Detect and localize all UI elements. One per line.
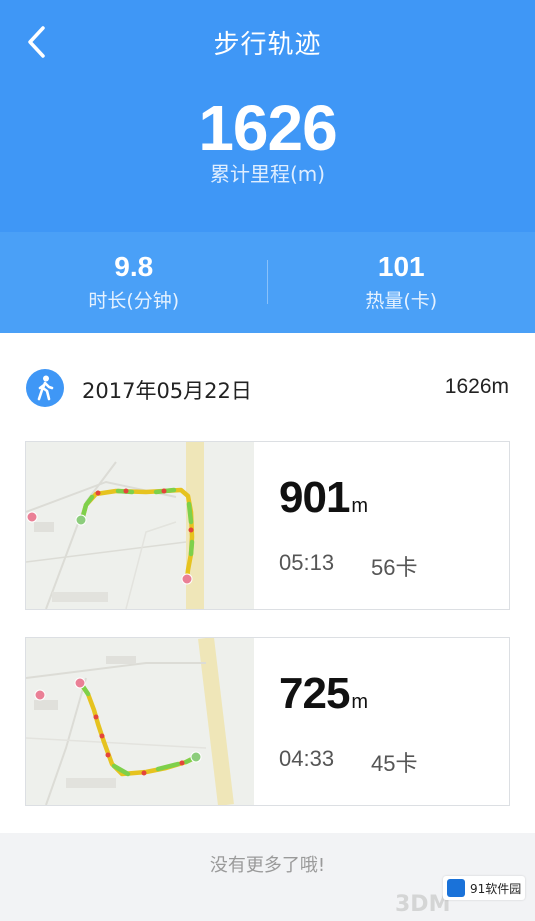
walk-record-card[interactable]: 725 m 04:33 45卡	[25, 637, 510, 806]
stat-calories-value: 101	[377, 250, 425, 282]
record-distance-unit: m	[351, 691, 369, 713]
stat-duration-label: 时长(分钟)	[88, 290, 180, 313]
route-map	[26, 442, 254, 609]
total-distance-value: 1626	[198, 92, 337, 164]
watermark-site: 91软件园	[470, 881, 522, 896]
stats-divider	[267, 260, 268, 304]
record-distance: 725 m	[279, 672, 368, 716]
record-distance-value: 901	[279, 473, 350, 522]
stat-duration: 9.8 时长(分钟)	[0, 232, 268, 333]
day-distance: 1626m	[444, 375, 509, 398]
record-calories: 56卡	[371, 555, 418, 580]
record-distance-value: 725	[279, 669, 350, 718]
day-section: 2017年05月22日 1626m 901 m 05:13 56卡 725 m …	[0, 333, 535, 833]
day-date: 2017年05月22日	[82, 379, 252, 403]
watermark-logo: 91软件园	[443, 876, 525, 900]
stat-duration-value: 9.8	[114, 250, 154, 282]
page-title: 步行轨迹	[213, 30, 322, 60]
walk-record-card[interactable]: 901 m 05:13 56卡	[25, 441, 510, 610]
record-duration: 04:33	[279, 746, 335, 771]
stat-calories: 101 热量(卡)	[268, 232, 535, 333]
header-panel: 步行轨迹 1626 累计里程(m) 9.8 时长(分钟) 101 热量(卡)	[0, 0, 535, 333]
walking-person-icon	[26, 369, 64, 407]
record-distance-unit: m	[351, 495, 369, 517]
day-header: 2017年05月22日 1626m	[0, 367, 535, 409]
record-duration: 05:13	[279, 550, 335, 575]
record-calories: 45卡	[371, 751, 418, 776]
logo-icon	[447, 879, 465, 897]
total-distance-label: 累计里程(m)	[209, 162, 326, 186]
record-distance: 901 m	[279, 476, 368, 520]
stat-calories-label: 热量(卡)	[365, 290, 438, 313]
no-more-text: 没有更多了哦!	[209, 855, 326, 876]
route-map	[26, 638, 254, 805]
stats-bar: 9.8 时长(分钟) 101 热量(卡)	[0, 232, 535, 333]
